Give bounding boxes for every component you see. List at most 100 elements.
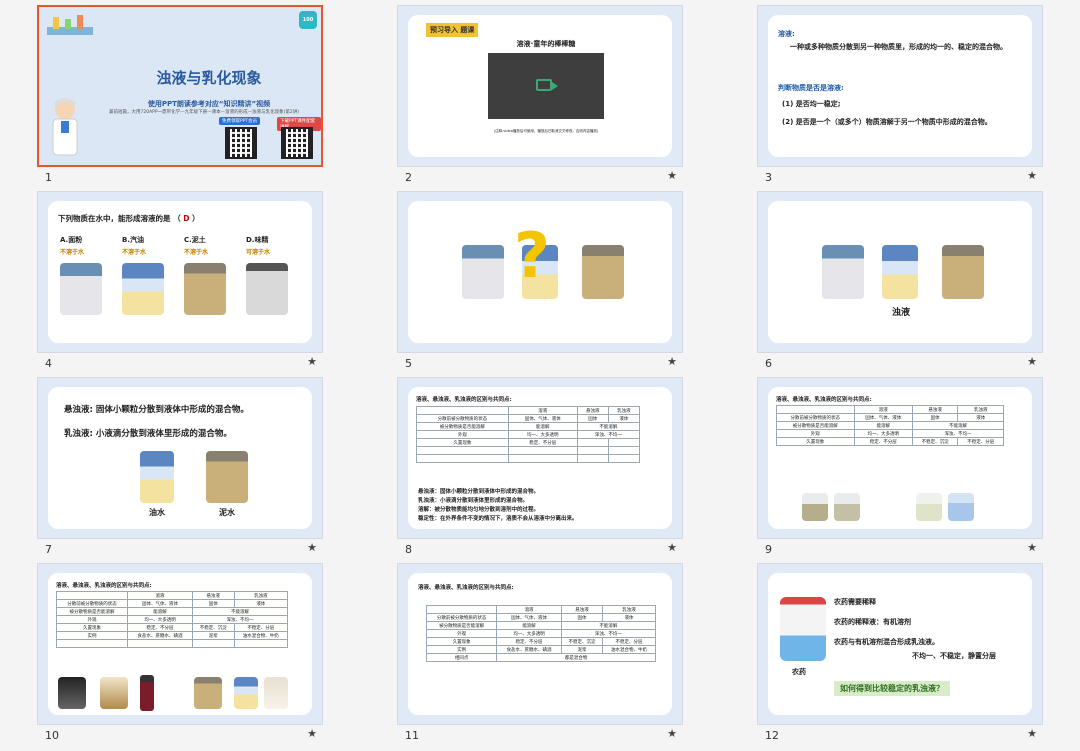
- slide-thumb-9[interactable]: 溶液、悬浊液、乳浊液的区别与共同点: 溶液 悬浊液 乳浊液 分散前被分散物质的状态固…: [757, 377, 1043, 556]
- suspension-definition: 悬浊液: 固体小颗粒分散到液体中形成的混合物。: [64, 405, 249, 415]
- slide-thumb-5[interactable]: ? 5 ★: [397, 191, 683, 370]
- slide-number: 4: [45, 357, 52, 370]
- slide-thumb-2[interactable]: 预习导入 题课 溶液·童年的棒棒糖 (注释:video播放后可使用，播放后已取消…: [397, 5, 683, 184]
- option-note: 不溶于水: [60, 249, 85, 256]
- video-caption: (注释:video播放后可使用，播放后已取消交叉修改。否则内容播放): [493, 129, 599, 133]
- option-a: A.面粉: [60, 236, 83, 244]
- slide-frame[interactable]: 浊液: [757, 191, 1043, 353]
- video-title: 溶液·童年的棒棒糖: [516, 40, 576, 48]
- bottle-image: [140, 675, 154, 711]
- text-line-3: 农药与有机溶剂混合形成乳浊液。: [834, 638, 939, 646]
- beaker-mud-image: [942, 245, 984, 299]
- beaker-oil-image: [122, 263, 164, 315]
- table-title: 溶液、悬浊液、乳浊液的区别与共同点:: [418, 585, 514, 591]
- slide-thumb-6[interactable]: 浊液 6 ★: [757, 191, 1043, 370]
- option-c: C.泥土: [184, 236, 206, 244]
- slide-thumb-11[interactable]: 溶液、悬浊液、乳浊液的区别与共同点: 溶液 悬浊液 乳浊液 分散前被分散物质的状态固…: [397, 563, 683, 742]
- option-d: D.味精: [246, 236, 269, 244]
- star-icon[interactable]: ★: [1027, 541, 1037, 554]
- star-icon[interactable]: ★: [1027, 727, 1037, 740]
- slide-frame[interactable]: 溶液、悬浊液、乳浊液的区别与共同点: 溶液 悬浊液 乳浊液 分散前被分散物质的状态固…: [37, 563, 323, 725]
- slide-thumb-10[interactable]: 溶液、悬浊液、乳浊液的区别与共同点: 溶液 悬浊液 乳浊液 分散前被分散物质的状态固…: [37, 563, 323, 742]
- beaker-mud-image: [184, 263, 226, 315]
- comparison-table: 溶液 悬浊液 乳浊液 分散前被分散物质的状态 固体、气体、液体 固体 液体 被分散物质是否…: [776, 405, 1005, 446]
- video-player[interactable]: [488, 53, 604, 119]
- criterion-1: (1) 是否均一稳定;: [782, 100, 841, 108]
- slide-frame[interactable]: 悬浊液: 固体小颗粒分散到液体中形成的混合物。 乳浊液: 小液滴分散到液体里形成…: [37, 377, 323, 539]
- slide-frame[interactable]: 溶液、悬浊液、乳浊液的区别与共同点: 溶液 悬浊液 乳浊液 分散前被分散物质的状态固…: [757, 377, 1043, 539]
- slide-thumb-12[interactable]: 农药 农药需要稀释 农药的稀释液：有机溶剂 农药与有机溶剂混合形成乳浊液。 不均…: [757, 563, 1043, 742]
- option-b: B.汽油: [122, 236, 144, 244]
- note-line: 悬浊液：固体小颗粒分散到液体中形成的混合物。: [418, 489, 540, 495]
- beaker-white-image: [822, 245, 864, 299]
- slide-frame[interactable]: 农药 农药需要稀释 农药的稀释液：有机溶剂 农药与有机溶剂混合形成乳浊液。 不均…: [757, 563, 1043, 725]
- slide-number: 11: [405, 729, 419, 742]
- slide-thumb-8[interactable]: 溶液、悬浊液、乳浊液的区别与共同点: 溶液 悬浊液 乳浊液 分散前被分散物质的状态固…: [397, 377, 683, 556]
- beaker-mud-image: [582, 245, 624, 299]
- beaker-image: [948, 493, 974, 521]
- section-tag: 预习导入 题课: [426, 23, 479, 37]
- star-icon[interactable]: ★: [307, 541, 317, 554]
- star-icon[interactable]: ★: [1027, 169, 1037, 182]
- lab-illustration: [47, 15, 93, 35]
- question-text: 下列物质在水中，能形成溶液的是 （ D ）: [58, 214, 200, 223]
- slide-frame[interactable]: 100 浊液与乳化现象 使用PPT朗读参考对应“知识精讲”视频 兼前短篇，大用7…: [37, 5, 323, 167]
- star-icon[interactable]: ★: [307, 355, 317, 368]
- slide-number: 6: [765, 357, 772, 370]
- comparison-table: 溶液 悬浊液 乳浊液 分散前被分散物质的状态 固体、气体、液体 固体 液体 被分散物质是否…: [416, 406, 641, 463]
- slide-number: 3: [765, 171, 772, 184]
- table-title: 溶液、悬浊液、乳浊液的区别与共同点:: [416, 397, 512, 403]
- brand-logo: 100: [299, 11, 317, 29]
- beaker-white-image: [462, 245, 504, 299]
- beaker-image: [234, 677, 258, 709]
- beaker-msg-image: [246, 263, 288, 315]
- question-highlight: 如何得到比较稳定的乳浊液？: [834, 681, 950, 696]
- slide-number: 1: [45, 171, 52, 184]
- caption-turbid: 浊液: [891, 308, 910, 318]
- star-icon[interactable]: ★: [667, 355, 677, 368]
- pesticide-bottle-image: [780, 597, 826, 661]
- comparison-table: 溶液 悬浊液 乳浊液 分散前被分散物质的状态 固体、气体、液体 固体 液体 被分散物质是否…: [425, 605, 657, 662]
- free-member-button[interactable]: 免费领取PPT会员: [219, 117, 261, 125]
- star-icon[interactable]: ★: [1027, 355, 1037, 368]
- beaker-image: [100, 677, 128, 709]
- note-line: 溶解：被分散物质能均匀地分散到溶剂中的过程。: [418, 507, 540, 513]
- slide-thumb-1[interactable]: 100 浊液与乳化现象 使用PPT朗读参考对应“知识精讲”视频 兼前短篇，大用7…: [37, 5, 323, 184]
- slide-number: 7: [45, 543, 52, 556]
- slide-frame[interactable]: 下列物质在水中，能形成溶液的是 （ D ） A.面粉 B.汽油 C.泥土 D.味…: [37, 191, 323, 353]
- heading-solution: 溶液:: [778, 30, 795, 38]
- slide-title: 浊液与乳化现象: [156, 69, 262, 87]
- slide-frame[interactable]: ?: [397, 191, 683, 353]
- slide-frame[interactable]: 溶液、悬浊液、乳浊液的区别与共同点: 溶液 悬浊液 乳浊液 分散前被分散物质的状态固…: [397, 377, 683, 539]
- beaker-image: [916, 493, 942, 521]
- option-note: 不溶于水: [122, 249, 147, 256]
- slide-number: 12: [765, 729, 779, 742]
- oil-water-image: [140, 451, 174, 503]
- criterion-2: (2) 是否是一个（或多个）物质溶解于另一个物质中形成的混合物。: [782, 118, 992, 126]
- slide-frame[interactable]: 预习导入 题课 溶液·童年的棒棒糖 (注释:video播放后可使用，播放后已取消…: [397, 5, 683, 167]
- option-note: 不溶于水: [184, 249, 209, 256]
- slide-number: 8: [405, 543, 412, 556]
- emulsion-definition: 乳浊液: 小液滴分散到液体里形成的混合物。: [64, 429, 232, 439]
- table-title: 溶液、悬浊液、乳浊液的区别与共同点:: [56, 583, 152, 589]
- scientist-illustration: [52, 98, 78, 156]
- caption-oil-water: 油水: [149, 508, 165, 517]
- star-icon[interactable]: ★: [667, 727, 677, 740]
- comparison-table: 溶液 悬浊液 乳浊液 分散前被分散物质的状态 固体、气体、液体 固体 液体 被分散物质是否…: [56, 591, 289, 648]
- slide-thumb-3[interactable]: 溶液: 一种或多种物质分散到另一种物质里，形成的均一的、稳定的混合物。 判断物质…: [757, 5, 1043, 184]
- slide-number: 10: [45, 729, 59, 742]
- solution-definition: 一种或多种物质分散到另一种物质里，形成的均一的、稳定的混合物。: [790, 43, 1007, 51]
- star-icon[interactable]: ★: [667, 541, 677, 554]
- mud-water-image: [206, 451, 248, 503]
- slide-frame[interactable]: 溶液: 一种或多种物质分散到另一种物质里，形成的均一的、稳定的混合物。 判断物质…: [757, 5, 1043, 167]
- star-icon[interactable]: ★: [307, 727, 317, 740]
- slide-thumb-7[interactable]: 悬浊液: 固体小颗粒分散到液体中形成的混合物。 乳浊液: 小液滴分散到液体里形成…: [37, 377, 323, 556]
- slide-number: 2: [405, 171, 412, 184]
- video-camera-icon: [536, 79, 558, 91]
- slide-frame[interactable]: 溶液、悬浊液、乳浊液的区别与共同点: 溶液 悬浊液 乳浊液 分散前被分散物质的状态固…: [397, 563, 683, 725]
- note-line: 稳定性：在外界条件不变的情况下，溶质不会从溶液中分离出来。: [418, 516, 578, 522]
- star-icon[interactable]: ★: [667, 169, 677, 182]
- slide-thumb-4[interactable]: 下列物质在水中，能形成溶液的是 （ D ） A.面粉 B.汽油 C.泥土 D.味…: [37, 191, 323, 370]
- milk-image: [264, 677, 288, 709]
- option-note: 可溶于水: [246, 249, 271, 256]
